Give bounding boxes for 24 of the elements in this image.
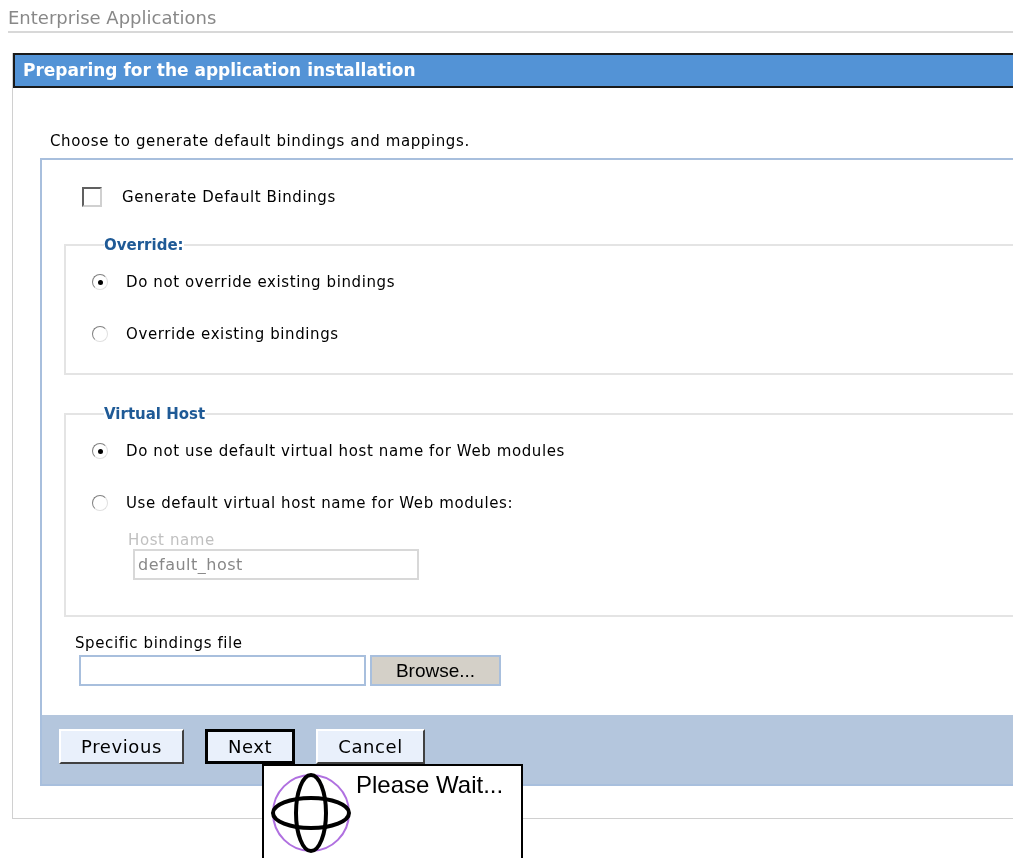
field-label: Host name: [128, 530, 216, 549]
page-title: Enterprise Applications: [8, 6, 218, 30]
radio-label: Use default virtual host name for Web modules:: [126, 492, 514, 514]
wait-message: Please Wait...: [356, 772, 504, 798]
radio-label: Do not use default virtual host name for Web modules: [126, 440, 565, 462]
field-label: Specific bindings file: [75, 632, 244, 653]
panel-title: Preparing for the application installation: [13, 53, 1013, 88]
wizard-button[interactable]: Cancel: [316, 729, 425, 764]
globe-icon: [270, 772, 352, 854]
radio-button[interactable]: [92, 443, 108, 459]
radio-button[interactable]: [92, 326, 108, 342]
browse-button[interactable]: Browse...: [370, 654, 501, 686]
wizard-button[interactable]: Next: [204, 729, 296, 764]
wizard-button[interactable]: Previous: [59, 729, 184, 764]
checkbox[interactable]: [82, 187, 102, 208]
radio-button[interactable]: [92, 495, 108, 511]
file-path-field[interactable]: [79, 654, 366, 686]
group-legend: Override:: [104, 234, 184, 255]
radio-label: Override existing bindings: [126, 323, 339, 345]
radio-button[interactable]: [92, 274, 108, 290]
checkbox-label: Generate Default Bindings: [122, 187, 336, 208]
group-legend: Virtual Host: [104, 403, 206, 424]
radio-label: Do not override existing bindings: [126, 271, 396, 293]
description: Choose to generate default bindings and mappings.: [50, 131, 471, 152]
